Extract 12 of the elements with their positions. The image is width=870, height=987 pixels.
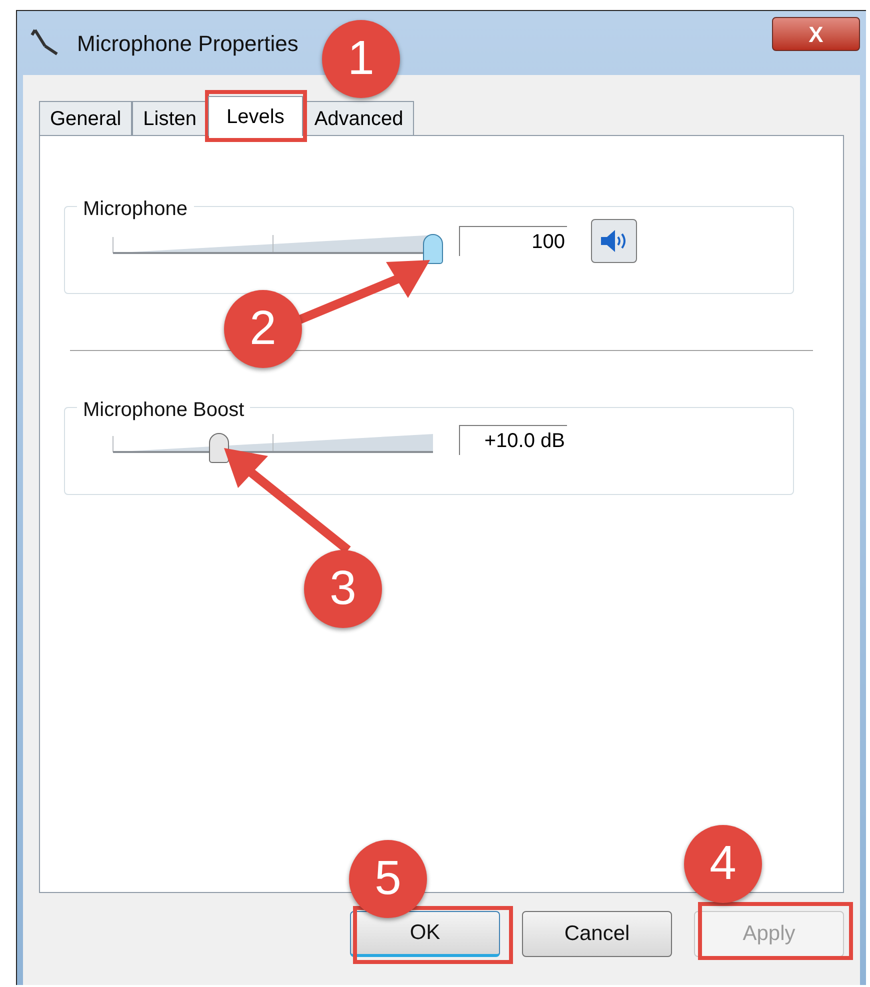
tab[interactable]: Listen xyxy=(132,101,208,135)
slider-thumb[interactable] xyxy=(423,234,443,264)
close-button[interactable]: X xyxy=(772,17,860,51)
dialog-button[interactable]: Cancel xyxy=(522,911,672,957)
speaker-button[interactable] xyxy=(591,219,637,263)
slider-thumb[interactable] xyxy=(208,433,229,463)
value-field[interactable]: +10.0 dB xyxy=(459,425,567,455)
tab[interactable]: General xyxy=(39,101,132,135)
tab[interactable]: Levels xyxy=(208,96,304,136)
value-field[interactable]: 100 xyxy=(459,226,567,256)
dialog-button[interactable]: OK xyxy=(350,911,500,957)
window-title: Microphone Properties xyxy=(77,30,298,58)
